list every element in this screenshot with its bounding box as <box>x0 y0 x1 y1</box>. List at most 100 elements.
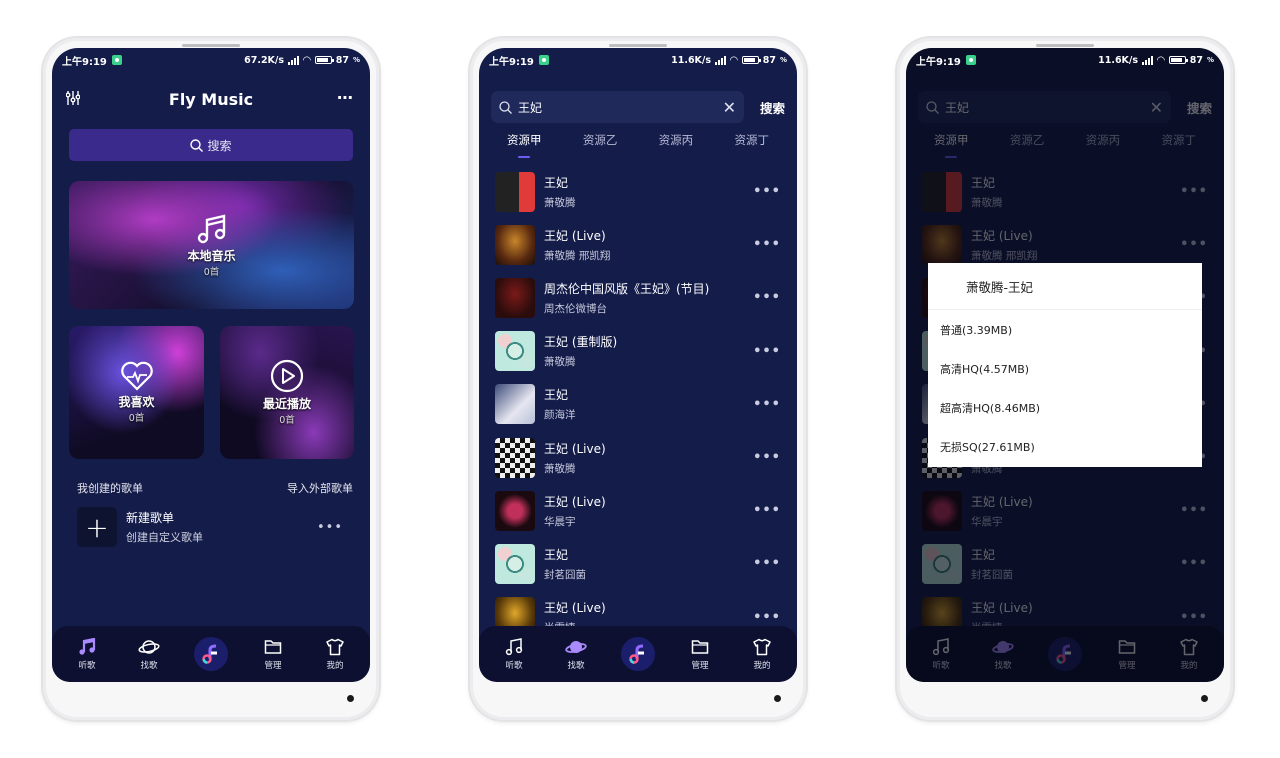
song-title: 王妃 <box>544 175 569 190</box>
recent-played-count: 0首 <box>279 415 295 426</box>
quality-option-super-hq[interactable]: 超高清HQ(8.46MB) <box>928 388 1202 427</box>
nav-mine[interactable]: 我的 <box>737 637 787 671</box>
app-logo-icon <box>194 637 228 671</box>
notification-icon <box>965 55 976 65</box>
nav-listen[interactable]: 听歌 <box>62 637 112 671</box>
source-tabs: 资源甲 资源乙 资源丙 资源丁 <box>503 132 773 148</box>
more-menu-icon[interactable]: ⋯ <box>337 88 354 107</box>
signal-icon <box>1142 55 1154 65</box>
heart-pulse-icon <box>120 361 153 391</box>
search-query: 王妃 <box>518 100 543 115</box>
more-icon[interactable]: ••• <box>753 344 781 359</box>
tab-source-d[interactable]: 资源丁 <box>730 132 773 148</box>
battery-level: 87 <box>1189 54 1203 66</box>
more-icon[interactable]: ••• <box>753 237 781 252</box>
song-row[interactable]: 王妃萧敬腾 ••• <box>479 165 797 218</box>
net-speed: 11.6K/s <box>671 54 712 66</box>
phone-search: 上午9:19 11.6K/s ◠ 87% 王妃 ✕ 搜索 资源甲 资源乙 资源丙… <box>470 38 806 720</box>
bottom-nav: 听歌 找歌 管理 我的 <box>52 626 370 682</box>
equalizer-icon[interactable] <box>65 90 81 110</box>
nav-manage[interactable]: 管理 <box>675 637 725 671</box>
battery-icon <box>1168 56 1188 64</box>
nav-player[interactable] <box>613 637 663 671</box>
new-playlist-item[interactable]: + 新建歌单 创建自定义歌单 ••• <box>77 506 353 548</box>
more-icon[interactable]: ••• <box>753 556 781 571</box>
more-icon[interactable]: ••• <box>753 450 781 465</box>
favorites-label: 我喜欢 <box>118 395 155 409</box>
nav-player[interactable] <box>186 637 236 671</box>
quality-option-hq[interactable]: 高清HQ(4.57MB) <box>928 349 1202 388</box>
favorites-card[interactable]: 我喜欢 0首 <box>69 326 204 459</box>
folder-icon <box>691 637 709 657</box>
local-music-count: 0首 <box>203 266 220 278</box>
local-music-card[interactable]: 本地音乐 0首 <box>69 181 354 309</box>
nav-manage[interactable]: 管理 <box>248 637 298 671</box>
song-row[interactable]: 王妃封茗囧菌 ••• <box>479 537 797 590</box>
song-title: 王妃 (Live) <box>544 494 606 509</box>
play-circle-icon <box>270 359 304 393</box>
album-cover <box>495 543 535 584</box>
tab-source-c[interactable]: 资源丙 <box>655 132 698 148</box>
search-screen-dimmed: 上午9:19 11.6K/s ◠ 87% 王妃 ✕ 搜索 资源甲 资源乙 资源丙… <box>906 48 1224 682</box>
nav-label: 找歌 <box>140 661 158 671</box>
home-screen: 上午9:19 67.2K/s ◠ 87% Fly Music ⋯ 搜索 本地音乐 <box>52 48 370 682</box>
song-row[interactable]: 王妃 (Live) 华晨宇 ••• <box>479 484 797 537</box>
search-screen: 上午9:19 11.6K/s ◠ 87% 王妃 ✕ 搜索 资源甲 资源乙 资源丙… <box>479 48 797 682</box>
import-playlist-link[interactable]: 导入外部歌单 <box>287 480 353 496</box>
more-icon[interactable]: ••• <box>753 610 781 625</box>
album-cover <box>495 171 535 212</box>
nav-listen[interactable]: 听歌 <box>489 637 539 671</box>
status-time: 上午9:19 <box>62 56 107 68</box>
planet-icon <box>138 637 160 657</box>
more-icon[interactable]: ••• <box>753 290 781 305</box>
music-note-icon <box>505 637 523 657</box>
my-playlists-label: 我创建的歌单 <box>77 482 143 495</box>
quality-option-lossless[interactable]: 无损SQ(27.61MB) <box>928 427 1202 466</box>
song-row[interactable]: 周杰伦中国风版《王妃》(节目) 周杰伦微博台 ••• <box>479 271 797 324</box>
wifi-icon: ◠ <box>303 54 311 66</box>
quality-option-standard[interactable]: 普通(3.39MB) <box>928 310 1202 349</box>
song-row[interactable]: 王妃 (重制版) 萧敬腾 ••• <box>479 325 797 378</box>
song-row[interactable]: 王妃颜海洋 ••• <box>479 378 797 431</box>
album-cover <box>495 437 535 478</box>
tab-source-a[interactable]: 资源甲 <box>503 132 546 148</box>
song-row[interactable]: 王妃 (Live) 萧敬腾 邢凯翔 ••• <box>479 218 797 271</box>
more-icon[interactable]: ••• <box>753 184 781 199</box>
song-artist: 萧敬腾 <box>544 356 576 369</box>
nav-mine[interactable]: 我的 <box>310 637 360 671</box>
signal-icon <box>715 55 727 65</box>
song-artist: 颜海洋 <box>544 409 576 422</box>
clear-icon[interactable]: ✕ <box>723 98 736 117</box>
status-time: 上午9:19 <box>489 56 534 68</box>
nav-find[interactable]: 找歌 <box>124 637 174 671</box>
search-input[interactable]: 王妃 ✕ <box>491 91 744 123</box>
status-bar: 上午9:19 67.2K/s ◠ 87% <box>62 54 360 68</box>
net-speed: 67.2K/s <box>244 54 285 66</box>
nav-label: 管理 <box>691 661 709 671</box>
signal-icon <box>288 55 300 65</box>
local-music-label: 本地音乐 <box>187 248 236 263</box>
nav-find[interactable]: 找歌 <box>551 637 601 671</box>
song-title: 王妃 <box>544 547 569 562</box>
song-artist: 萧敬腾 邢凯翔 <box>544 249 611 262</box>
new-playlist-subtitle: 创建自定义歌单 <box>126 531 203 544</box>
search-button[interactable]: 搜索 <box>69 129 353 161</box>
notification-icon <box>538 55 549 65</box>
recent-played-card[interactable]: 最近播放 0首 <box>220 326 354 459</box>
planet-icon <box>565 637 587 657</box>
status-bar: 上午9:19 11.6K/s ◠ 87% <box>489 54 787 68</box>
app-title: Fly Music <box>168 89 254 109</box>
speaker <box>182 44 240 47</box>
tab-source-b[interactable]: 资源乙 <box>579 132 622 148</box>
more-icon[interactable]: ••• <box>317 520 343 535</box>
song-title: 王妃 <box>544 388 569 403</box>
tshirt-icon <box>753 637 771 657</box>
song-row[interactable]: 王妃 (Live) 萧敬腾 ••• <box>479 431 797 484</box>
phone-home: 上午9:19 67.2K/s ◠ 87% Fly Music ⋯ 搜索 本地音乐 <box>43 38 379 720</box>
search-submit-button[interactable]: 搜索 <box>760 98 785 117</box>
song-artist: 周杰伦微博台 <box>544 302 607 315</box>
recent-played-label: 最近播放 <box>262 397 311 411</box>
search-label: 搜索 <box>207 138 232 153</box>
more-icon[interactable]: ••• <box>753 397 781 412</box>
more-icon[interactable]: ••• <box>753 503 781 518</box>
